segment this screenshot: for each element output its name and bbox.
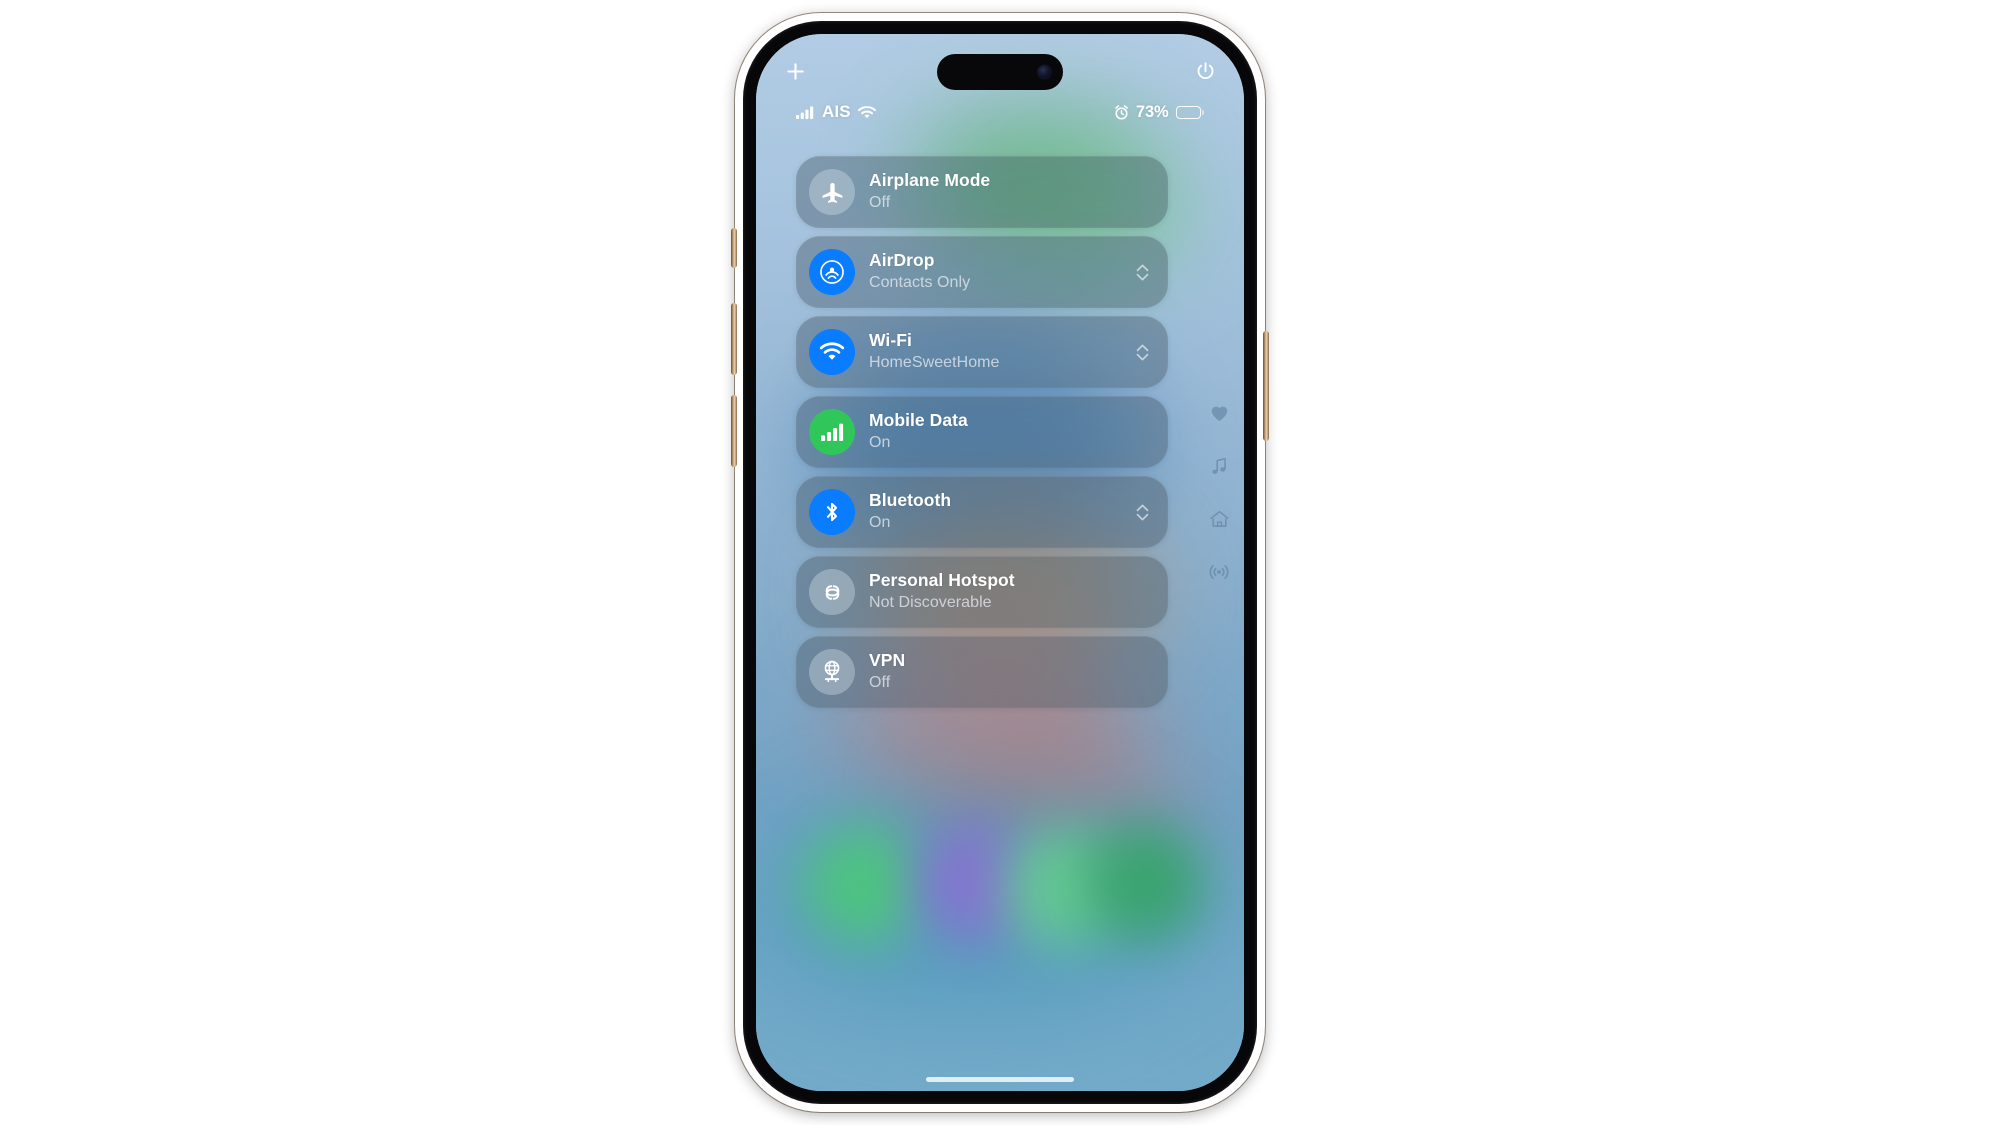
tile-title: VPN	[869, 650, 906, 671]
wifi-icon	[857, 105, 876, 118]
tile-title: Mobile Data	[869, 410, 968, 431]
control-centre-page-rail	[1202, 400, 1236, 585]
tile-mobile-data[interactable]: Mobile Data On	[796, 396, 1168, 468]
battery-icon	[1175, 105, 1204, 119]
home-indicator[interactable]	[926, 1077, 1074, 1082]
battery-shell	[1175, 105, 1201, 119]
alarm-clock-icon	[1115, 104, 1128, 119]
airdrop-icon	[809, 249, 855, 295]
tile-text: VPN Off	[869, 650, 1150, 693]
tile-status: HomeSweetHome	[869, 353, 1000, 371]
device-bezel: AIS 73% Airplane Mode Off AirDrop Contac…	[743, 21, 1257, 1104]
side-power-button[interactable]	[1263, 331, 1269, 441]
power-icon	[1197, 61, 1213, 79]
tile-text: Wi-Fi HomeSweetHome	[869, 330, 1125, 373]
device-screen: AIS 73% Airplane Mode Off AirDrop Contac…	[756, 34, 1244, 1091]
power-button[interactable]	[1188, 54, 1222, 88]
tile-wifi[interactable]: Wi-Fi HomeSweetHome	[796, 316, 1168, 388]
tile-status: On	[869, 513, 891, 531]
cellular-signal-icon	[796, 105, 814, 119]
tile-title: AirDrop	[869, 250, 935, 271]
connectivity-module: Airplane Mode Off AirDrop Contacts Only …	[796, 156, 1168, 716]
status-bar: AIS 73%	[756, 100, 1244, 124]
tile-bluetooth[interactable]: Bluetooth On	[796, 476, 1168, 548]
cellular-bars-icon	[809, 409, 855, 455]
add-module-button[interactable]	[778, 54, 812, 88]
tile-personal-hotspot[interactable]: Personal Hotspot Not Discoverable	[796, 556, 1168, 628]
tile-airplane-mode[interactable]: Airplane Mode Off	[796, 156, 1168, 228]
tile-text: Mobile Data On	[869, 410, 1150, 453]
carrier-name: AIS	[822, 102, 851, 121]
tile-title: Personal Hotspot	[869, 570, 1015, 591]
tile-title: Wi-Fi	[869, 330, 912, 351]
front-camera-icon	[1038, 65, 1051, 79]
dynamic-island[interactable]	[937, 54, 1063, 90]
tile-status: Off	[869, 193, 891, 211]
tile-airdrop[interactable]: AirDrop Contacts Only	[796, 236, 1168, 308]
battery-percentage: 73%	[1135, 102, 1169, 121]
airplane-icon	[809, 169, 855, 215]
tile-vpn[interactable]: VPN Off	[796, 636, 1168, 708]
tile-text: Bluetooth On	[869, 490, 1125, 533]
tile-title: Airplane Mode	[869, 170, 991, 191]
tile-status: Not Discoverable	[869, 593, 992, 611]
status-bar-left: AIS	[796, 102, 876, 122]
wifi-icon	[809, 329, 855, 375]
plus-icon	[786, 62, 804, 80]
tile-status: On	[869, 433, 891, 451]
vpn-globe-icon	[809, 649, 855, 695]
bluetooth-icon	[809, 489, 855, 535]
tile-text: Airplane Mode Off	[869, 170, 1150, 213]
iphone-device: AIS 73% Airplane Mode Off AirDrop Contac…	[731, 13, 1269, 1112]
home-icon[interactable]	[1206, 506, 1232, 532]
tile-text: AirDrop Contacts Only	[869, 250, 1125, 293]
music-note-icon[interactable]	[1206, 453, 1232, 479]
heart-icon[interactable]	[1206, 400, 1232, 426]
status-bar-right: 73%	[1114, 103, 1204, 122]
volume-down-button[interactable]	[731, 395, 737, 467]
tile-title: Bluetooth	[869, 490, 952, 511]
action-button[interactable]	[731, 228, 737, 268]
chevron-expand-icon[interactable]	[1135, 262, 1150, 283]
tile-status: Off	[869, 673, 891, 691]
tile-status: Contacts Only	[869, 273, 971, 291]
chevron-expand-icon[interactable]	[1135, 502, 1150, 523]
chevron-expand-icon[interactable]	[1135, 342, 1150, 363]
hotspot-links-icon	[809, 569, 855, 615]
broadcast-icon[interactable]	[1206, 559, 1232, 585]
battery-cap	[1202, 109, 1204, 115]
volume-up-button[interactable]	[731, 303, 737, 375]
tile-text: Personal Hotspot Not Discoverable	[869, 570, 1150, 613]
